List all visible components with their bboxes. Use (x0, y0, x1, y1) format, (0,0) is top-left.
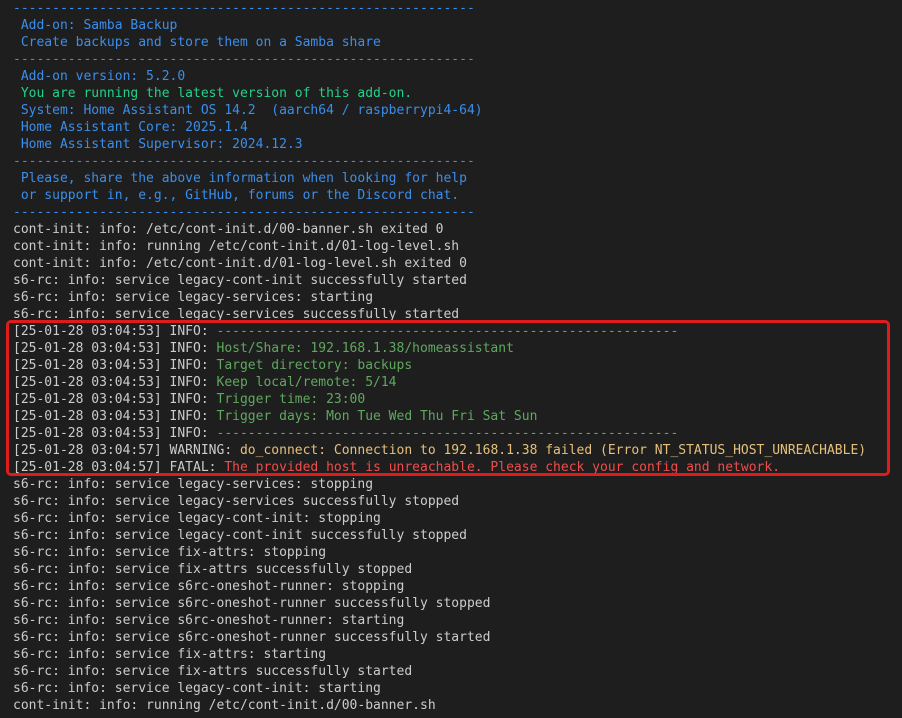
log-line: Please, share the above information when… (13, 170, 902, 187)
log-text-segment: cont-init: info: running /etc/cont-init.… (13, 698, 436, 713)
log-text-segment: do_connect: Connection to 192.168.1.38 f… (239, 443, 867, 458)
log-text-segment: [25-01-28 03:04:53] INFO: (13, 426, 217, 441)
log-line: ----------------------------------------… (13, 51, 902, 68)
log-text-segment: s6-rc: info: service legacy-services suc… (13, 494, 460, 509)
log-line: s6-rc: info: service s6rc-oneshot-runner… (13, 612, 902, 629)
log-text-segment: ----------------------------------------… (13, 52, 475, 67)
log-text-segment: s6-rc: info: service s6rc-oneshot-runner… (13, 630, 491, 645)
log-text-segment: Home Assistant Core: 2025.1.4 (13, 120, 248, 135)
log-text-segment: cont-init: info: /etc/cont-init.d/01-log… (13, 256, 467, 271)
log-text-segment: Host/Share: 192.168.1.38/homeassistant (216, 341, 514, 356)
log-line: [25-01-28 03:04:53] INFO: Trigger days: … (13, 408, 902, 425)
log-line: s6-rc: info: service s6rc-oneshot-runner… (13, 629, 902, 646)
log-text-segment: s6-rc: info: service legacy-cont-init su… (13, 528, 467, 543)
log-line: cont-init: info: /etc/cont-init.d/01-log… (13, 255, 902, 272)
log-text-segment: Trigger days: Mon Tue Wed Thu Fri Sat Su… (216, 409, 538, 424)
log-line: s6-rc: info: service legacy-services suc… (13, 306, 902, 323)
log-text-segment: Trigger time: 23:00 (216, 392, 366, 407)
log-text-segment: or support in, e.g., GitHub, forums or t… (13, 188, 460, 203)
log-line: s6-rc: info: service fix-attrs successfu… (13, 663, 902, 680)
log-line: s6-rc: info: service legacy-services: st… (13, 289, 902, 306)
log-line: Home Assistant Core: 2025.1.4 (13, 119, 902, 136)
log-text-segment: [25-01-28 03:04:57] WARNING: (13, 443, 240, 458)
log-text-segment: s6-rc: info: service s6rc-oneshot-runner… (13, 579, 405, 594)
log-line: [25-01-28 03:04:53] INFO: --------------… (13, 323, 902, 340)
log-line: System: Home Assistant OS 14.2 (aarch64 … (13, 102, 902, 119)
log-text-segment: Please, share the above information when… (13, 171, 467, 186)
log-line: s6-rc: info: service s6rc-oneshot-runner… (13, 595, 902, 612)
log-line: or support in, e.g., GitHub, forums or t… (13, 187, 902, 204)
log-text-segment: Keep local/remote: 5/14 (216, 375, 397, 390)
log-line: Add-on: Samba Backup (13, 17, 902, 34)
log-text-segment: Create backups and store them on a Samba… (13, 35, 381, 50)
log-text-segment: The provided host is unreachable. Please… (224, 460, 781, 475)
log-line: ----------------------------------------… (13, 204, 902, 221)
log-line: [25-01-28 03:04:53] INFO: Trigger time: … (13, 391, 902, 408)
log-line: cont-init: info: /etc/cont-init.d/00-ban… (13, 221, 902, 238)
log-line: s6-rc: info: service legacy-cont-init: s… (13, 510, 902, 527)
log-text-segment: cont-init: info: /etc/cont-init.d/00-ban… (13, 222, 444, 237)
log-text-segment: [25-01-28 03:04:53] INFO: (13, 392, 217, 407)
log-line: Add-on version: 5.2.0 (13, 68, 902, 85)
log-line: You are running the latest version of th… (13, 85, 902, 102)
log-text-segment: System: Home Assistant OS 14.2 (aarch64 … (13, 103, 483, 118)
log-text-segment: s6-rc: info: service legacy-services suc… (13, 307, 460, 322)
log-line: s6-rc: info: service fix-attrs successfu… (13, 561, 902, 578)
log-text-segment: s6-rc: info: service legacy-services: st… (13, 290, 374, 305)
log-line: ----------------------------------------… (13, 153, 902, 170)
log-output: ----------------------------------------… (13, 0, 902, 714)
log-text-segment: s6-rc: info: service fix-attrs successfu… (13, 664, 413, 679)
log-text-segment: Home Assistant Supervisor: 2024.12.3 (13, 137, 303, 152)
log-text-segment: ----------------------------------------… (13, 205, 475, 220)
log-text-segment: Add-on version: 5.2.0 (13, 69, 186, 84)
log-line: [25-01-28 03:04:57] WARNING: do_connect:… (13, 442, 902, 459)
log-text-segment: s6-rc: info: service legacy-cont-init su… (13, 273, 467, 288)
log-line: s6-rc: info: service legacy-services: st… (13, 476, 902, 493)
log-line: s6-rc: info: service legacy-cont-init: s… (13, 680, 902, 697)
log-text-segment: Target directory: backups (216, 358, 413, 373)
log-text-segment: s6-rc: info: service fix-attrs successfu… (13, 562, 413, 577)
log-text-segment: ----------------------------------------… (13, 154, 475, 169)
log-line: s6-rc: info: service legacy-services suc… (13, 493, 902, 510)
log-line: [25-01-28 03:04:53] INFO: Host/Share: 19… (13, 340, 902, 357)
log-text-segment: ----------------------------------------… (216, 426, 679, 441)
log-text-segment: s6-rc: info: service s6rc-oneshot-runner… (13, 596, 491, 611)
log-text-segment: s6-rc: info: service fix-attrs: starting (13, 647, 327, 662)
log-text-segment: [25-01-28 03:04:53] INFO: (13, 324, 217, 339)
log-line: s6-rc: info: service legacy-cont-init su… (13, 272, 902, 289)
log-text-segment: ----------------------------------------… (216, 324, 679, 339)
log-line: ----------------------------------------… (13, 0, 902, 17)
log-text-segment: s6-rc: info: service s6rc-oneshot-runner… (13, 613, 405, 628)
log-line: [25-01-28 03:04:53] INFO: Target directo… (13, 357, 902, 374)
log-line: Home Assistant Supervisor: 2024.12.3 (13, 136, 902, 153)
log-line: Create backups and store them on a Samba… (13, 34, 902, 51)
log-text-segment: s6-rc: info: service fix-attrs: stopping (13, 545, 327, 560)
log-text-segment: ----------------------------------------… (13, 1, 475, 16)
log-text-segment: [25-01-28 03:04:53] INFO: (13, 341, 217, 356)
log-line: [25-01-28 03:04:53] INFO: Keep local/rem… (13, 374, 902, 391)
log-text-segment: [25-01-28 03:04:53] INFO: (13, 375, 217, 390)
log-text-segment: Add-on: Samba Backup (13, 18, 178, 33)
log-text-segment: [25-01-28 03:04:53] INFO: (13, 409, 217, 424)
log-line: cont-init: info: running /etc/cont-init.… (13, 697, 902, 714)
log-text-segment: s6-rc: info: service legacy-cont-init: s… (13, 681, 381, 696)
log-line: [25-01-28 03:04:53] INFO: --------------… (13, 425, 902, 442)
log-line: s6-rc: info: service fix-attrs: stopping (13, 544, 902, 561)
log-text-segment: s6-rc: info: service legacy-cont-init: s… (13, 511, 381, 526)
log-line: cont-init: info: running /etc/cont-init.… (13, 238, 902, 255)
log-text-segment: cont-init: info: running /etc/cont-init.… (13, 239, 460, 254)
log-text-segment: You are running the latest version of th… (13, 86, 413, 101)
log-text-segment: [25-01-28 03:04:53] INFO: (13, 358, 217, 373)
log-line: [25-01-28 03:04:57] FATAL: The provided … (13, 459, 902, 476)
log-line: s6-rc: info: service legacy-cont-init su… (13, 527, 902, 544)
log-line: s6-rc: info: service s6rc-oneshot-runner… (13, 578, 902, 595)
log-text-segment: s6-rc: info: service legacy-services: st… (13, 477, 374, 492)
log-line: s6-rc: info: service fix-attrs: starting (13, 646, 902, 663)
log-text-segment: [25-01-28 03:04:57] FATAL: (13, 460, 225, 475)
